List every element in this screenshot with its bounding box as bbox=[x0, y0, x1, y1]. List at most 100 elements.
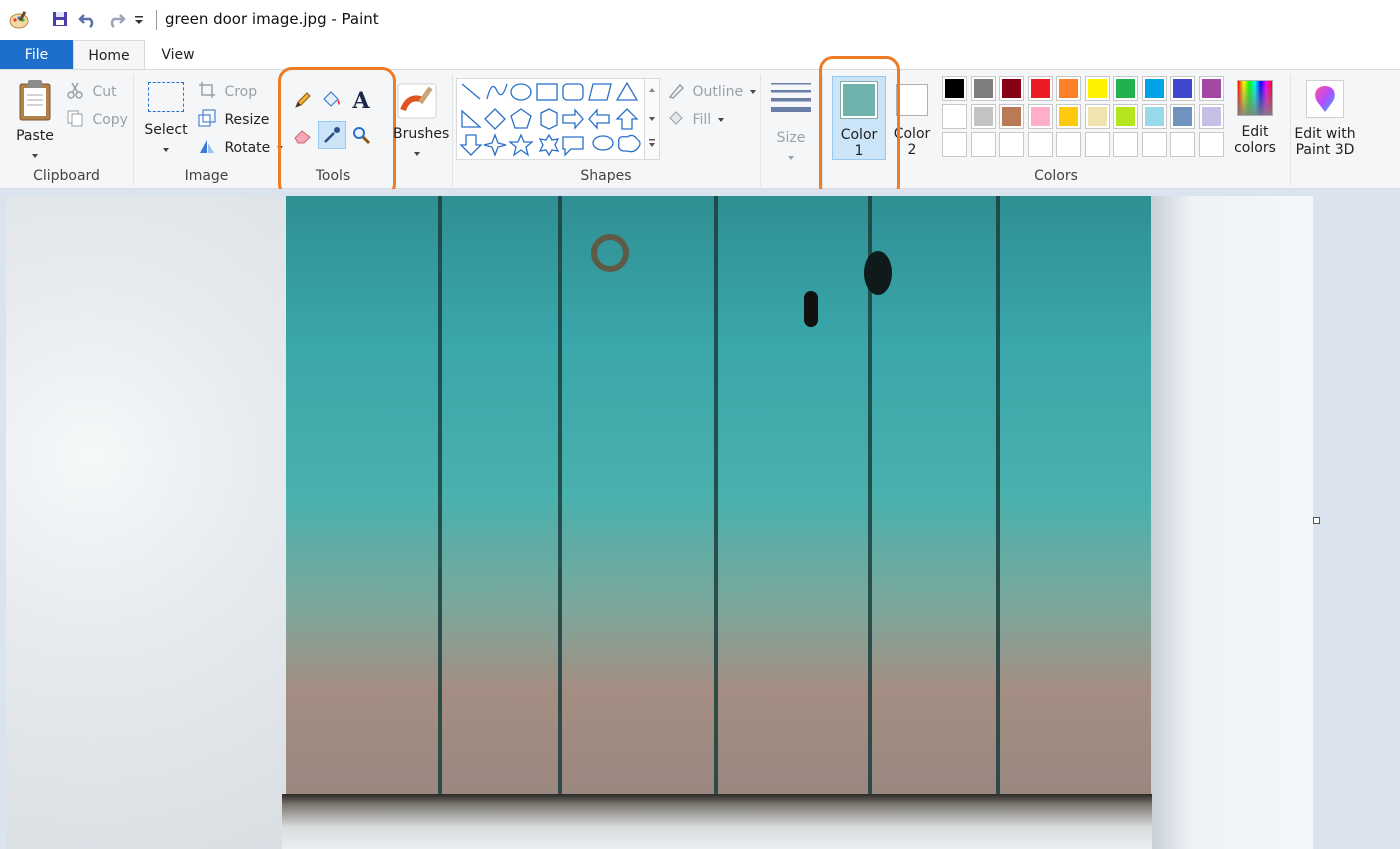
shapes-scroll[interactable] bbox=[644, 79, 659, 159]
resize-label: Resize bbox=[224, 112, 270, 128]
rotate-button[interactable]: Rotate bbox=[198, 137, 283, 159]
copy-icon bbox=[66, 109, 84, 131]
canvas-area[interactable] bbox=[0, 189, 1400, 849]
door-plank-line bbox=[438, 196, 442, 801]
image-canvas[interactable] bbox=[6, 196, 1313, 849]
colors-group-label: Colors bbox=[1034, 168, 1078, 184]
palette-swatch[interactable] bbox=[1084, 104, 1110, 129]
paste-label: Paste bbox=[16, 128, 54, 144]
keyhole bbox=[804, 291, 818, 327]
palette-swatch[interactable] bbox=[970, 76, 996, 101]
canvas-resize-handle[interactable] bbox=[1313, 517, 1320, 524]
outline-button[interactable]: Outline bbox=[668, 81, 756, 103]
palette-swatch[interactable] bbox=[1170, 104, 1195, 129]
size-button[interactable]: Size bbox=[768, 80, 814, 166]
brushes-label: Brushes bbox=[393, 126, 450, 142]
tab-home[interactable]: Home bbox=[73, 40, 145, 71]
edit-colors-button[interactable]: Edit colors bbox=[1234, 80, 1276, 156]
door-plank-line bbox=[558, 196, 562, 801]
edit-colors-line1: Edit bbox=[1241, 124, 1269, 140]
palette-swatch[interactable] bbox=[1198, 104, 1224, 129]
wall-left-region bbox=[6, 196, 286, 849]
palette-swatch[interactable] bbox=[1141, 104, 1167, 129]
palette-swatch[interactable] bbox=[1141, 76, 1167, 101]
crop-label: Crop bbox=[224, 84, 258, 100]
group-divider bbox=[760, 74, 761, 186]
palette-swatch[interactable] bbox=[1027, 104, 1053, 129]
door-knocker bbox=[591, 234, 629, 272]
select-label: Select bbox=[144, 122, 188, 138]
palette-swatch[interactable] bbox=[1084, 76, 1110, 101]
palette-swatch[interactable] bbox=[942, 76, 967, 101]
palette-custom-slot[interactable] bbox=[1198, 132, 1224, 157]
crop-button[interactable]: Crop bbox=[198, 81, 257, 103]
shapes-gallery-icons bbox=[459, 81, 641, 157]
redo-icon[interactable] bbox=[106, 9, 128, 31]
brushes-chevron-down-icon bbox=[414, 152, 420, 156]
color-palette bbox=[942, 76, 1232, 160]
color-spectrum-icon bbox=[1237, 80, 1273, 116]
outline-chevron-down-icon bbox=[749, 90, 756, 94]
size-chevron-down-icon bbox=[788, 156, 794, 160]
palette-custom-slot[interactable] bbox=[1113, 132, 1138, 157]
save-icon[interactable] bbox=[50, 9, 72, 31]
fill-label: Fill bbox=[692, 112, 712, 128]
clipboard-icon bbox=[19, 80, 51, 121]
palette-custom-slot[interactable] bbox=[970, 132, 996, 157]
cut-label: Cut bbox=[92, 84, 117, 100]
palette-swatch[interactable] bbox=[999, 76, 1024, 101]
title-bar: green door image.jpg - Paint bbox=[0, 0, 1400, 40]
palette-custom-slot[interactable] bbox=[942, 132, 967, 157]
palette-custom-slot[interactable] bbox=[1170, 132, 1195, 157]
palette-swatch[interactable] bbox=[1056, 104, 1081, 129]
outline-label: Outline bbox=[692, 84, 744, 100]
paint-app-icon[interactable] bbox=[8, 9, 30, 31]
scissors-icon bbox=[66, 81, 84, 103]
shapes-group-label: Shapes bbox=[580, 168, 632, 184]
resize-button[interactable]: Resize bbox=[198, 109, 269, 131]
palette-swatch[interactable] bbox=[999, 104, 1024, 129]
palette-custom-slot[interactable] bbox=[1084, 132, 1110, 157]
door-sill bbox=[282, 794, 1152, 849]
paste-button[interactable]: Paste bbox=[14, 78, 56, 164]
fill-chevron-down-icon bbox=[717, 118, 724, 122]
brushes-button[interactable]: Brushes bbox=[393, 80, 450, 162]
palette-custom-slot[interactable] bbox=[999, 132, 1024, 157]
palette-custom-slot[interactable] bbox=[1141, 132, 1167, 157]
palette-swatch[interactable] bbox=[1113, 104, 1138, 129]
palette-swatch[interactable] bbox=[1027, 76, 1053, 101]
select-button[interactable]: Select bbox=[144, 82, 188, 158]
palette-swatch[interactable] bbox=[970, 104, 996, 129]
shapes-gallery[interactable] bbox=[456, 78, 660, 160]
image-group-label: Image bbox=[184, 168, 229, 184]
ribbon: Paste Cut Copy Clipboard Select Crop Res… bbox=[0, 56, 1400, 200]
tab-view[interactable]: View bbox=[145, 40, 211, 70]
door-plank-line bbox=[996, 196, 1000, 801]
paint3d-icon bbox=[1306, 80, 1344, 118]
outline-brush-icon bbox=[668, 81, 686, 103]
edit-with-paint3d-button[interactable]: Edit with Paint 3D bbox=[1294, 80, 1356, 158]
color2-swatch bbox=[896, 84, 928, 116]
wall-right-region bbox=[1151, 196, 1313, 849]
palette-swatch[interactable] bbox=[1056, 76, 1081, 101]
rotate-label: Rotate bbox=[224, 140, 271, 156]
palette-swatch[interactable] bbox=[1170, 76, 1195, 101]
palette-swatch[interactable] bbox=[942, 104, 967, 129]
selection-rectangle-icon bbox=[148, 82, 184, 112]
palette-custom-slot[interactable] bbox=[1056, 132, 1081, 157]
paint3d-line1: Edit with bbox=[1294, 126, 1356, 142]
door-hole bbox=[864, 251, 892, 295]
palette-swatch[interactable] bbox=[1198, 76, 1224, 101]
door-plank-line bbox=[714, 196, 718, 801]
shapes-scroll-arrows-icon bbox=[649, 88, 655, 147]
fill-button[interactable]: Fill bbox=[668, 109, 724, 131]
tab-file[interactable]: File bbox=[0, 40, 73, 70]
customize-toolbar-chevron-down-icon[interactable] bbox=[133, 14, 155, 36]
cut-button[interactable]: Cut bbox=[66, 81, 117, 103]
paintbrush-icon bbox=[397, 83, 437, 119]
palette-swatch[interactable] bbox=[1113, 76, 1138, 101]
green-door-region bbox=[286, 196, 1151, 801]
copy-button[interactable]: Copy bbox=[66, 109, 128, 131]
undo-icon[interactable] bbox=[78, 9, 100, 31]
palette-custom-slot[interactable] bbox=[1027, 132, 1053, 157]
